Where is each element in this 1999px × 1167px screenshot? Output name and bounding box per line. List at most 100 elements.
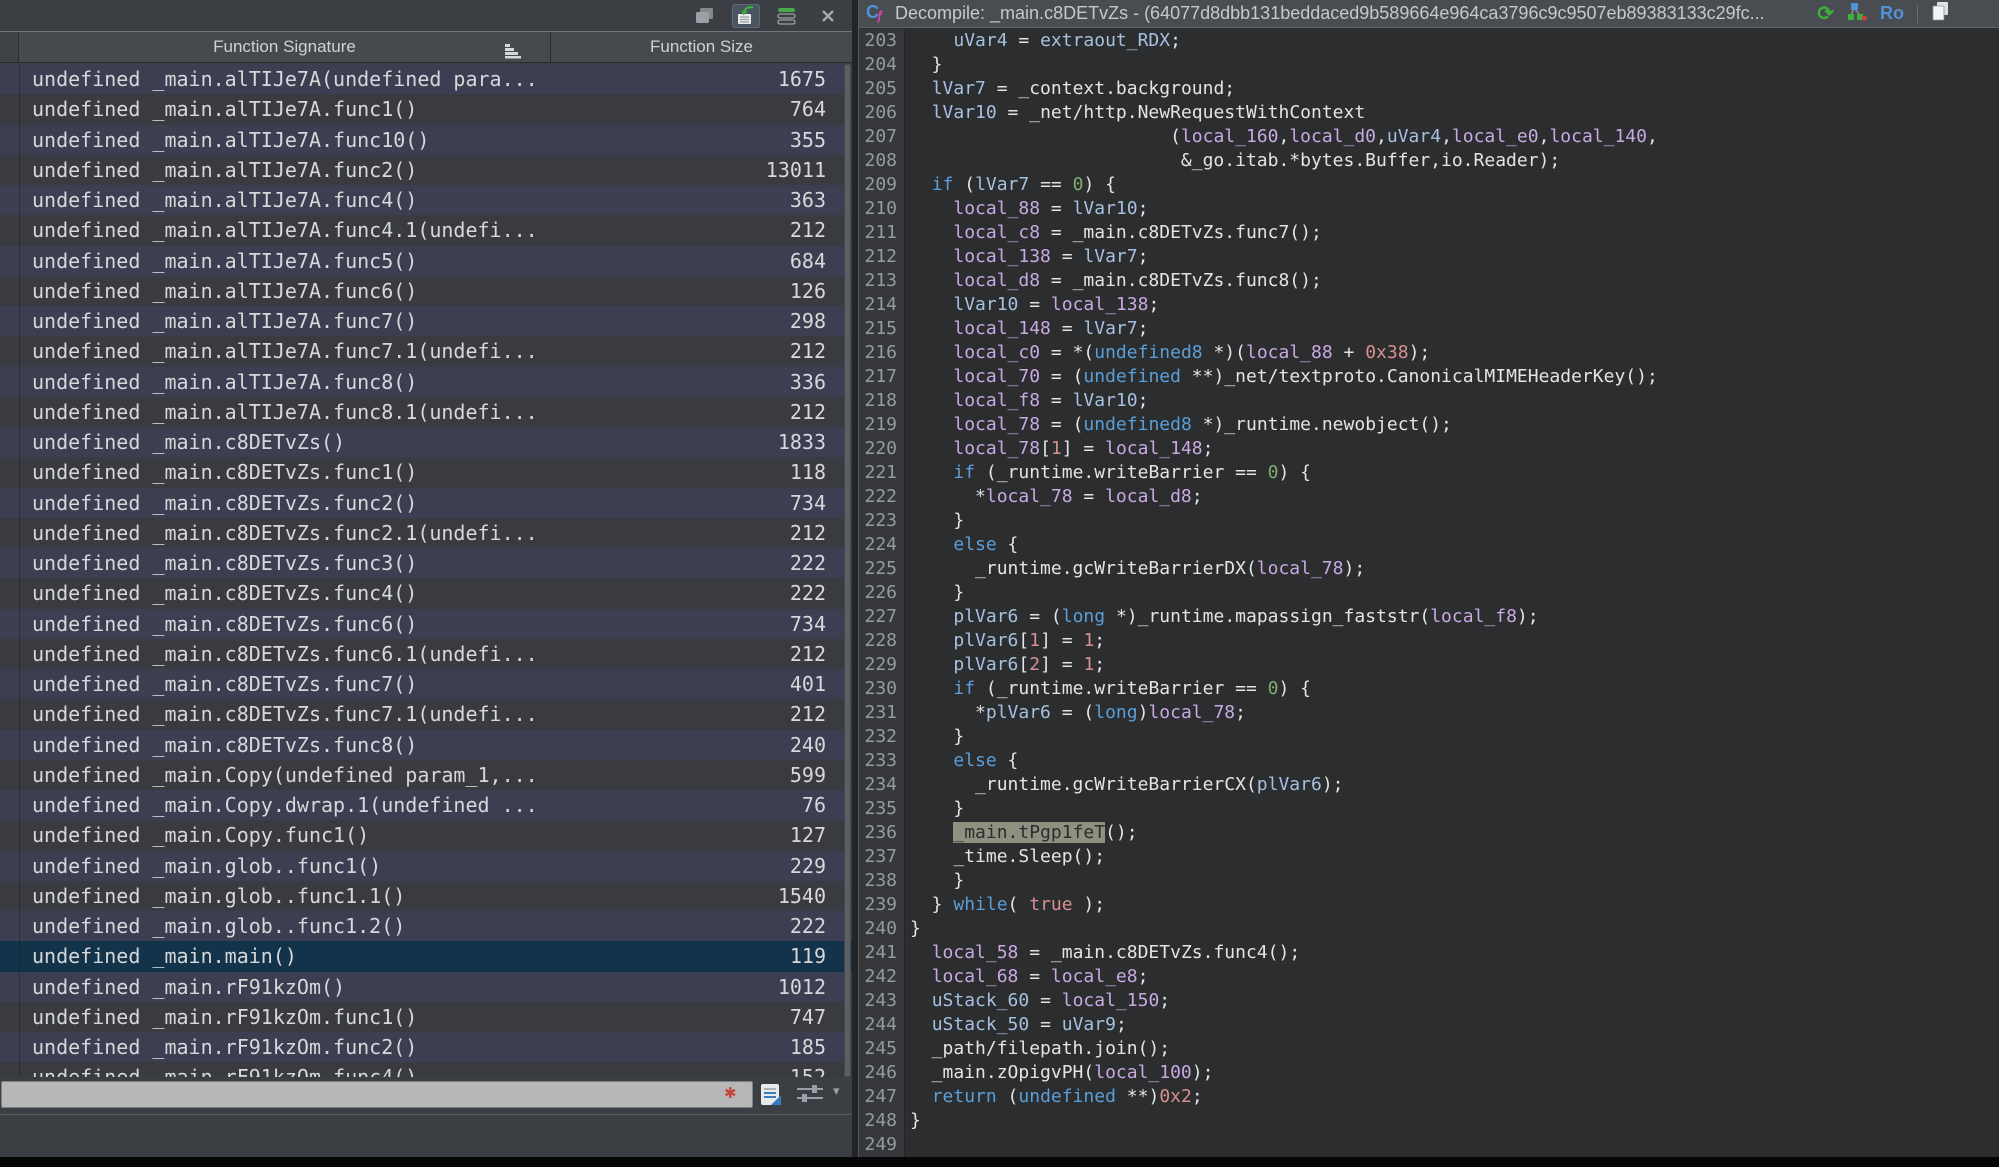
table-row[interactable]: undefined _main.rF91kzOm.func2()185 [0, 1032, 852, 1062]
code-line[interactable]: 209 if (lVar7 == 0) { [859, 173, 1999, 197]
column-header-function-size[interactable]: Function Size [551, 32, 852, 62]
code-line[interactable]: 229 plVar6[2] = 1; [859, 653, 1999, 677]
line-number: 236 [859, 821, 905, 845]
code-line[interactable]: 220 local_78[1] = local_148; [859, 437, 1999, 461]
code-line[interactable]: 226 } [859, 581, 1999, 605]
table-row[interactable]: undefined _main.Copy.dwrap.1(undefined .… [0, 790, 852, 820]
table-row[interactable]: undefined _main.alTIJe7A.func2()13011 [0, 155, 852, 185]
filter-sliders-icon[interactable] [796, 1084, 826, 1109]
table-row[interactable]: undefined _main.c8DETvZs.func2.1(undefi.… [0, 518, 852, 548]
clear-filter-icon[interactable]: ✱ [724, 1086, 737, 1102]
table-row[interactable]: undefined _main.glob..func1.1()1540 [0, 881, 852, 911]
code-line[interactable]: 228 plVar6[1] = 1; [859, 629, 1999, 653]
code-line[interactable]: 223 } [859, 509, 1999, 533]
copy-icon[interactable] [1931, 1, 1951, 26]
code-line[interactable]: 237 _time.Sleep(); [859, 845, 1999, 869]
table-row[interactable]: undefined _main.c8DETvZs.func3()222 [0, 548, 852, 578]
code-line[interactable]: 210 local_88 = lVar10; [859, 197, 1999, 221]
code-line[interactable]: 208 &_go.itab.*bytes.Buffer,io.Reader); [859, 149, 1999, 173]
table-row[interactable]: undefined _main.alTIJe7A.func4.1(undefi.… [0, 215, 852, 245]
table-row[interactable]: undefined _main.c8DETvZs.func6.1(undefi.… [0, 639, 852, 669]
table-row[interactable]: undefined _main.rF91kzOm.func1()747 [0, 1002, 852, 1032]
table-row[interactable]: undefined _main.alTIJe7A.func4()363 [0, 185, 852, 215]
table-row[interactable]: undefined _main.alTIJe7A.func5()684 [0, 246, 852, 276]
table-row[interactable]: undefined _main.c8DETvZs()1833 [0, 427, 852, 457]
code-line[interactable]: 247 return (undefined **)0x2; [859, 1085, 1999, 1109]
code-line[interactable]: 222 *local_78 = local_d8; [859, 485, 1999, 509]
table-row[interactable]: undefined _main.glob..func1.2()222 [0, 911, 852, 941]
table-row[interactable]: undefined _main.alTIJe7A.func1()764 [0, 94, 852, 124]
table-row[interactable]: undefined _main.c8DETvZs.func8()240 [0, 730, 852, 760]
table-row[interactable]: undefined _main.alTIJe7A.func8()336 [0, 367, 852, 397]
code-line[interactable]: 246 _main.zOpigvPH(local_100); [859, 1061, 1999, 1085]
snapshot-icon[interactable] [691, 4, 719, 28]
code-line[interactable]: 225 _runtime.gcWriteBarrierDX(local_78); [859, 557, 1999, 581]
close-icon[interactable] [814, 4, 842, 28]
code-line[interactable]: 211 local_c8 = _main.c8DETvZs.func7(); [859, 221, 1999, 245]
stacked-list-icon[interactable] [773, 4, 801, 28]
table-scrollbar[interactable] [844, 64, 851, 1077]
import-table-icon[interactable] [732, 4, 760, 28]
table-row[interactable]: undefined _main.Copy(undefined param_1,.… [0, 760, 852, 790]
table-row[interactable]: undefined _main.alTIJe7A.func8.1(undefi.… [0, 397, 852, 427]
table-row[interactable]: undefined _main.Copy.func1()127 [0, 820, 852, 850]
code-line[interactable]: 241 local_58 = _main.c8DETvZs.func4(); [859, 941, 1999, 965]
code-line[interactable]: 218 local_f8 = lVar10; [859, 389, 1999, 413]
filter-doc-icon[interactable] [757, 1081, 783, 1112]
code-line[interactable]: 205 lVar7 = _context.background; [859, 77, 1999, 101]
code-line[interactable]: 232 } [859, 725, 1999, 749]
table-row[interactable]: undefined _main.alTIJe7A.func6()126 [0, 276, 852, 306]
code-line[interactable]: 204 } [859, 53, 1999, 77]
code-line[interactable]: 221 if (_runtime.writeBarrier == 0) { [859, 461, 1999, 485]
filter-input[interactable] [1, 1081, 753, 1108]
table-row[interactable]: undefined _main.alTIJe7A.func10()355 [0, 125, 852, 155]
highlighted-token[interactable]: _main.tPgp1feT [953, 822, 1105, 843]
table-row[interactable]: undefined _main.main()119 [0, 941, 852, 971]
code-line[interactable]: 227 plVar6 = (long *)_runtime.mapassign_… [859, 605, 1999, 629]
function-graph-icon[interactable] [1847, 2, 1867, 26]
code-line[interactable]: 235 } [859, 797, 1999, 821]
code-line[interactable]: 224 else { [859, 533, 1999, 557]
code-line[interactable]: 245 _path/filepath.join(); [859, 1037, 1999, 1061]
code-line[interactable]: 240} [859, 917, 1999, 941]
column-header-function-signature[interactable]: Function Signature [19, 32, 551, 62]
code-line[interactable]: 238 } [859, 869, 1999, 893]
code-line[interactable]: 249 [859, 1133, 1999, 1157]
table-row[interactable]: undefined _main.c8DETvZs.func7.1(undefi.… [0, 699, 852, 729]
code-line[interactable]: 207 (local_160,local_d0,uVar4,local_e0,l… [859, 125, 1999, 149]
code-line[interactable]: 236 _main.tPgp1feT(); [859, 821, 1999, 845]
refresh-icon[interactable]: ⟳ [1817, 4, 1834, 24]
table-row[interactable]: undefined _main.alTIJe7A.func7()298 [0, 306, 852, 336]
code-line[interactable]: 244 uStack_50 = uVar9; [859, 1013, 1999, 1037]
ro-toggle[interactable]: Ro [1880, 3, 1904, 24]
code-line[interactable]: 231 *plVar6 = (long)local_78; [859, 701, 1999, 725]
table-row[interactable]: undefined _main.c8DETvZs.func2()734 [0, 488, 852, 518]
code-line[interactable]: 242 local_68 = local_e8; [859, 965, 1999, 989]
code-line[interactable]: 212 local_138 = lVar7; [859, 245, 1999, 269]
table-row[interactable]: undefined _main.c8DETvZs.func4()222 [0, 578, 852, 608]
table-row[interactable]: undefined _main.c8DETvZs.func1()118 [0, 457, 852, 487]
code-line[interactable]: 239 } while( true ); [859, 893, 1999, 917]
code-line[interactable]: 230 if (_runtime.writeBarrier == 0) { [859, 677, 1999, 701]
table-row[interactable]: undefined _main.rF91kzOm.func4()152 [0, 1062, 852, 1077]
code-line[interactable]: 214 lVar10 = local_138; [859, 293, 1999, 317]
code-line[interactable]: 219 local_78 = (undefined8 *)_runtime.ne… [859, 413, 1999, 437]
table-row[interactable]: undefined _main.alTIJe7A(undefined para.… [0, 64, 852, 94]
code-line[interactable]: 217 local_70 = (undefined **)_net/textpr… [859, 365, 1999, 389]
function-signature-cell: undefined _main.Copy.func1() [0, 820, 677, 850]
code-line[interactable]: 206 lVar10 = _net/http.NewRequestWithCon… [859, 101, 1999, 125]
table-row[interactable]: undefined _main.c8DETvZs.func6()734 [0, 609, 852, 639]
dropdown-caret-icon[interactable]: ▾ [833, 1083, 840, 1099]
table-row[interactable]: undefined _main.c8DETvZs.func7()401 [0, 669, 852, 699]
code-line[interactable]: 234 _runtime.gcWriteBarrierCX(plVar6); [859, 773, 1999, 797]
code-line[interactable]: 216 local_c0 = *(undefined8 *)(local_88 … [859, 341, 1999, 365]
code-line[interactable]: 233 else { [859, 749, 1999, 773]
code-line[interactable]: 248} [859, 1109, 1999, 1133]
code-line[interactable]: 243 uStack_60 = local_150; [859, 989, 1999, 1013]
code-line[interactable]: 213 local_d8 = _main.c8DETvZs.func8(); [859, 269, 1999, 293]
table-row[interactable]: undefined _main.alTIJe7A.func7.1(undefi.… [0, 336, 852, 366]
table-row[interactable]: undefined _main.glob..func1()229 [0, 851, 852, 881]
code-line[interactable]: 215 local_148 = lVar7; [859, 317, 1999, 341]
code-line[interactable]: 203 uVar4 = extraout_RDX; [859, 29, 1999, 53]
table-row[interactable]: undefined _main.rF91kzOm()1012 [0, 972, 852, 1002]
